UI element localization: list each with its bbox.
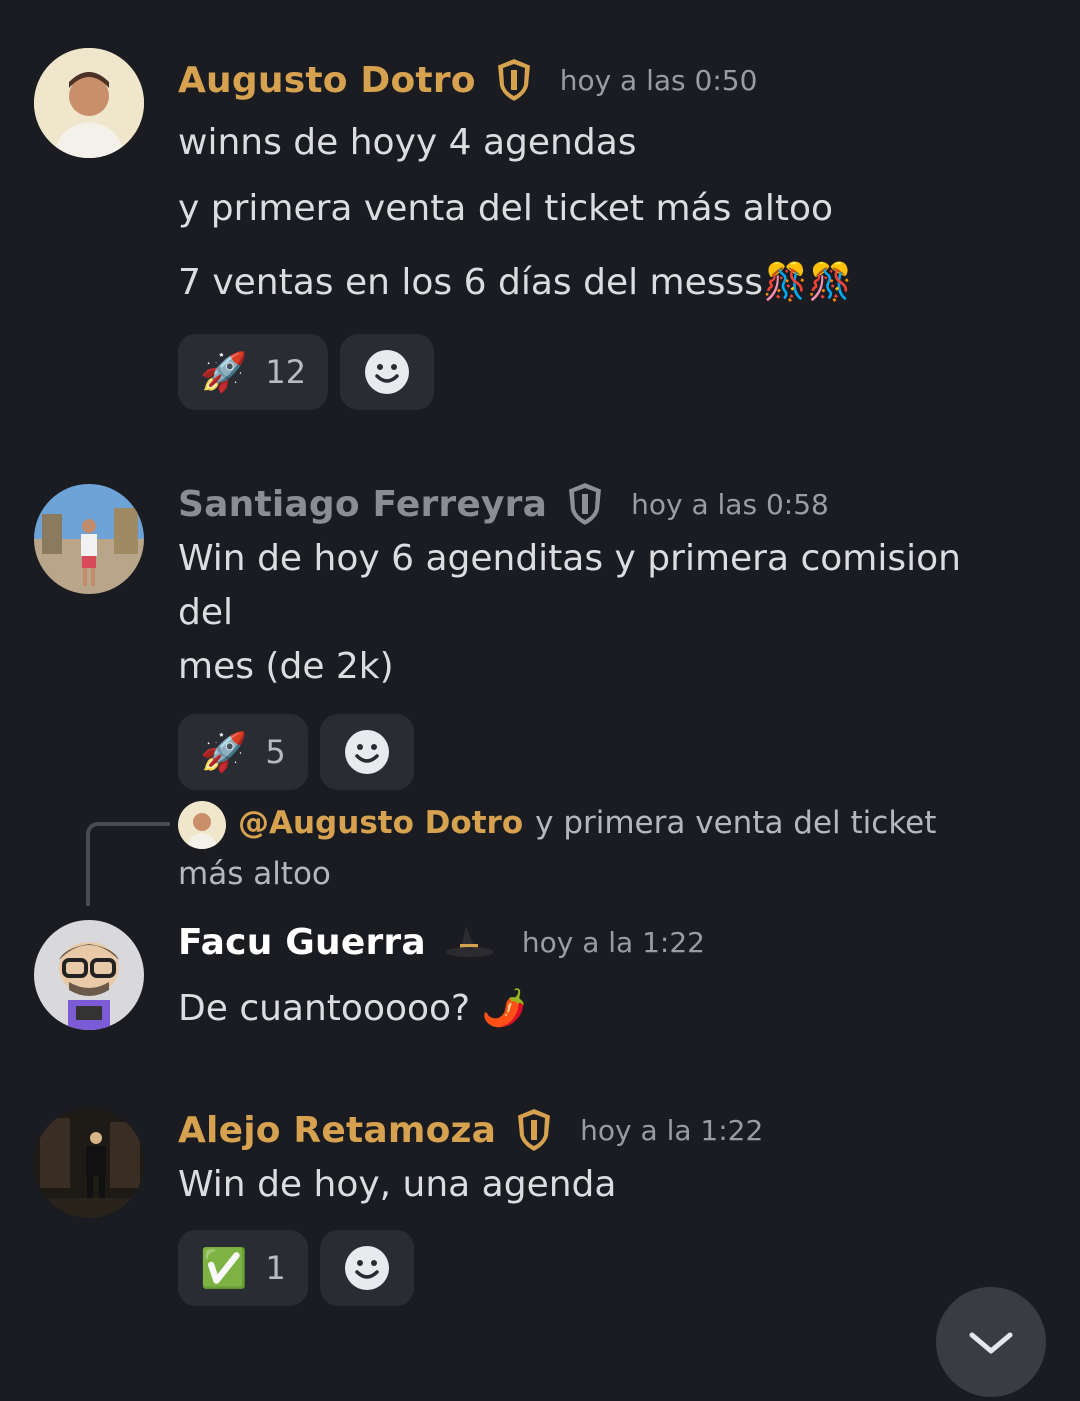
timestamp: hoy a la 1:22 bbox=[521, 925, 705, 959]
avatar[interactable] bbox=[34, 484, 144, 594]
reply-avatar bbox=[178, 800, 226, 849]
reaction-count: 5 bbox=[265, 733, 286, 771]
timestamp: hoy a la 1:22 bbox=[580, 1113, 764, 1147]
message-line: 7 ventas en los 6 días del messs🎊🎊 bbox=[178, 262, 853, 303]
chevron-down-icon bbox=[969, 1332, 1013, 1354]
rocket-emoji: 🚀 bbox=[200, 729, 248, 774]
timestamp: hoy a las 0:58 bbox=[631, 487, 829, 521]
reaction-rocket[interactable]: 🚀 5 bbox=[178, 714, 308, 790]
shield-gold-icon bbox=[514, 1106, 554, 1154]
reply-mention[interactable]: @Augusto Dotro bbox=[238, 805, 523, 841]
message-line: y primera venta del ticket más altoo bbox=[178, 188, 833, 229]
message-line: winns de hoyy 4 agendas bbox=[178, 122, 637, 163]
reaction-count: 1 bbox=[265, 1249, 286, 1287]
reaction-check[interactable]: ✅ 1 bbox=[178, 1230, 308, 1306]
author-name[interactable]: Facu Guerra bbox=[178, 922, 426, 963]
avatar[interactable] bbox=[34, 48, 144, 158]
author-name[interactable]: Alejo Retamoza bbox=[178, 1110, 496, 1151]
witch-hat-icon bbox=[444, 924, 496, 960]
smiley-add-reaction-icon bbox=[365, 350, 410, 394]
reply-connector bbox=[86, 822, 170, 906]
message-line: Win de hoy 6 agenditas y primera comisio… bbox=[178, 538, 961, 633]
timestamp: hoy a las 0:50 bbox=[559, 63, 758, 97]
check-emoji: ✅ bbox=[200, 1245, 248, 1290]
add-reaction-button[interactable] bbox=[340, 334, 435, 410]
message-line: De cuantooooo? 🌶️ bbox=[178, 988, 527, 1029]
author-name[interactable]: Santiago Ferreyra bbox=[178, 484, 547, 525]
add-reaction-button[interactable] bbox=[319, 714, 414, 790]
rocket-emoji: 🚀 bbox=[200, 349, 248, 394]
reply-reference[interactable]: @Augusto Dotro y primera venta del ticket… bbox=[178, 798, 998, 899]
scroll-to-bottom-button[interactable] bbox=[936, 1287, 1046, 1397]
shield-dark-icon bbox=[565, 480, 605, 528]
avatar[interactable] bbox=[34, 1108, 144, 1218]
message-line: Win de hoy, una agenda bbox=[178, 1164, 617, 1205]
author-name[interactable]: Augusto Dotro bbox=[178, 60, 476, 101]
reaction-rocket[interactable]: 🚀 12 bbox=[178, 334, 329, 410]
add-reaction-button[interactable] bbox=[319, 1230, 414, 1306]
reaction-count: 12 bbox=[265, 353, 307, 391]
smiley-add-reaction-icon bbox=[344, 1246, 389, 1290]
smiley-add-reaction-icon bbox=[344, 730, 389, 774]
message-line: mes (de 2k) bbox=[178, 646, 394, 687]
shield-gold-icon bbox=[494, 56, 534, 104]
avatar[interactable] bbox=[34, 920, 144, 1030]
